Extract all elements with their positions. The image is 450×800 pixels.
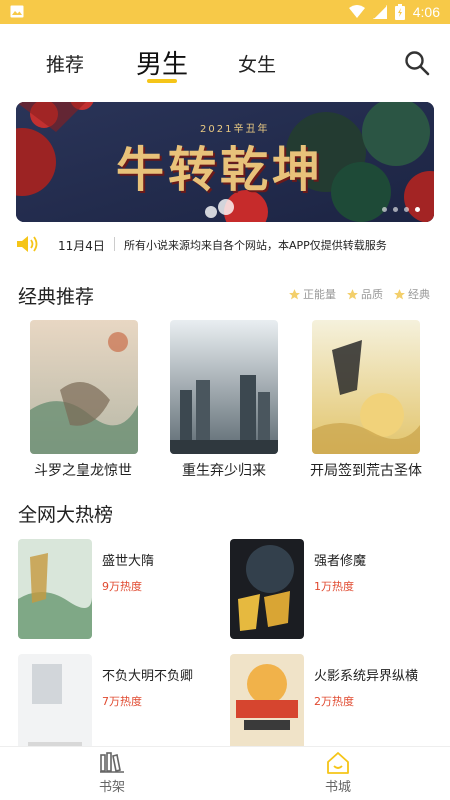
nav-label: 书城	[324, 780, 351, 795]
cover-art	[170, 320, 278, 454]
rank-heat: 7万热度	[102, 695, 142, 708]
nav-bookstore[interactable]: 书城	[308, 751, 368, 795]
rank-cover[interactable]	[230, 539, 304, 639]
pagination-dot	[404, 207, 409, 212]
bookshelf-icon	[100, 752, 124, 773]
cover-art	[230, 654, 304, 754]
book-title: 开局签到荒古圣体	[310, 463, 422, 479]
notice-divider	[114, 237, 115, 251]
image-notification-icon	[10, 5, 24, 18]
cover-art	[30, 320, 138, 454]
clock: 4:06	[412, 4, 440, 20]
notice-bar: 11月4日 所有小说来源均来自各个网站，本APP仅提供转载服务	[0, 230, 450, 258]
rank-name: 火影系统异界纵横	[314, 669, 419, 684]
classic-tags: 正能量 品质 经典	[288, 286, 430, 302]
pagination-dot	[382, 207, 387, 212]
bottom-navigation: 书架 书城	[0, 746, 450, 800]
tag-label: 经典	[408, 288, 430, 301]
rank-name: 不负大明不负卿	[102, 669, 194, 684]
section-title-classic: 经典推荐	[18, 286, 95, 308]
speaker-icon	[17, 236, 38, 252]
cover-art	[312, 320, 420, 454]
book-card[interactable]: 开局签到荒古圣体	[310, 320, 432, 484]
book-cover[interactable]	[170, 320, 278, 454]
tab-female[interactable]: 女生	[238, 50, 276, 77]
book-title: 重生弃少归来	[182, 463, 266, 479]
status-bar: 4:06	[0, 0, 450, 24]
notice-message: 所有小说来源均来自各个网站，本APP仅提供转载服务	[124, 239, 387, 252]
book-title: 斗罗之皇龙惊世	[34, 463, 132, 479]
battery-icon	[394, 4, 405, 20]
section-title-ranking: 全网大热榜	[18, 504, 114, 526]
cover-art	[18, 654, 92, 754]
status-icons: 4:06	[348, 3, 440, 21]
home-icon	[327, 752, 349, 774]
tag-positive[interactable]: 正能量	[288, 286, 336, 302]
book-card[interactable]: 斗罗之皇龙惊世	[30, 320, 150, 484]
book-cover[interactable]	[30, 320, 138, 454]
tag-label: 品质	[361, 288, 383, 301]
rank-name: 强者修魔	[314, 554, 367, 569]
rank-cover[interactable]	[230, 654, 304, 754]
promo-banner[interactable]: 2021辛丑年 牛转乾坤	[16, 102, 434, 222]
banner-pagination	[382, 207, 420, 212]
signal-icon	[372, 5, 387, 19]
rank-cover[interactable]	[18, 654, 92, 754]
tag-quality[interactable]: 品质	[346, 286, 383, 302]
rank-heat: 1万热度	[314, 580, 354, 593]
wifi-icon	[348, 5, 365, 18]
pagination-dot-active	[415, 207, 420, 212]
tag-label: 正能量	[303, 288, 336, 301]
tab-male[interactable]: 男生	[136, 44, 188, 81]
notice-date: 11月4日	[58, 239, 105, 253]
pagination-dot	[393, 207, 398, 212]
star-icon	[347, 288, 358, 299]
active-tab-indicator	[147, 79, 177, 83]
rank-heat: 2万热度	[314, 695, 354, 708]
nav-label: 书架	[98, 780, 125, 795]
rank-cover[interactable]	[18, 539, 92, 639]
banner-title: 牛转乾坤	[116, 142, 325, 198]
tag-classic[interactable]: 经典	[393, 286, 430, 302]
nav-bookshelf[interactable]: 书架	[82, 751, 142, 795]
cover-art	[18, 539, 92, 639]
rank-name: 盛世大隋	[102, 554, 155, 569]
top-navigation: 推荐 男生 女生	[0, 24, 450, 92]
search-icon[interactable]	[402, 48, 432, 78]
star-icon	[289, 288, 300, 299]
book-cover[interactable]	[312, 320, 420, 454]
cover-art	[230, 539, 304, 639]
star-icon	[394, 288, 405, 299]
tab-recommend[interactable]: 推荐	[46, 50, 84, 77]
book-card[interactable]: 重生弃少归来	[170, 320, 290, 484]
rank-heat: 9万热度	[102, 580, 142, 593]
